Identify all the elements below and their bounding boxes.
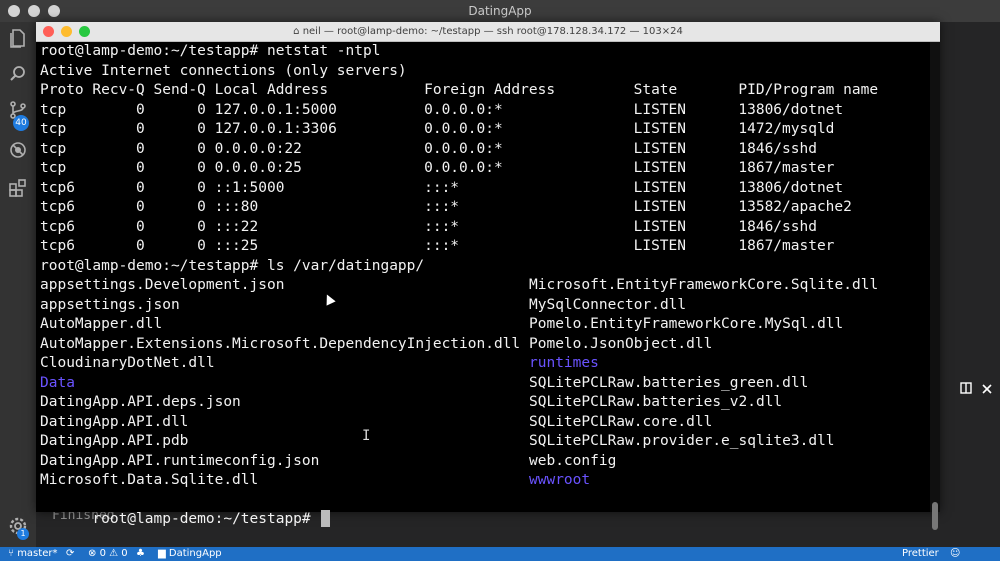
vscode-window-controls: [8, 5, 60, 17]
ls-file-entry: Microsoft.EntityFrameworkCore.Sqlite.dll: [529, 277, 879, 293]
activity-bar: 40 1: [0, 22, 36, 547]
ls-file-entry: CloudinaryDotNet.dll: [40, 355, 215, 371]
ls-file-entry: SQLitePCLRaw.provider.e_sqlite3.dll: [529, 433, 835, 449]
folder-icon: ▆: [158, 548, 166, 559]
ls-directory-entry: wwwroot: [529, 472, 591, 488]
terminal-line: tcp 0 0 127.0.0.1:3306 0.0.0.0:* LISTEN …: [40, 121, 835, 137]
error-icon: ⊗: [88, 548, 97, 559]
mouse-pointer-icon: [322, 292, 336, 306]
ls-file-entry: Microsoft.Data.Sqlite.dll: [40, 472, 259, 488]
debug-icon[interactable]: [6, 140, 30, 164]
panel-toolbar: [940, 378, 1000, 402]
settings-badge: 1: [17, 528, 29, 540]
ls-file-entry: appsettings.Development.json: [40, 277, 285, 293]
terminal-line: Proto Recv-Q Send-Q Local Address Foreig…: [40, 82, 879, 98]
vscode-title-bar: DatingApp: [0, 0, 1000, 22]
ls-file-entry: appsettings.json: [40, 296, 180, 313]
terminal-window-controls: [43, 26, 90, 37]
terminal-prompt-line[interactable]: root@lamp-demo:~/testapp#: [40, 491, 331, 527]
ls-file-entry: DatingApp.API.pdb: [40, 433, 189, 449]
terminal-window[interactable]: ⌂ neil — root@lamp-demo: ~/testapp — ssh…: [36, 22, 940, 530]
terminal-output[interactable]: root@lamp-demo:~/testapp# netstat -ntpl …: [40, 42, 928, 527]
toggle-panel-icon[interactable]: [960, 382, 972, 398]
ls-file-entry: SQLitePCLRaw.core.dll: [529, 413, 713, 430]
ls-file-entry: AutoMapper.Extensions.Microsoft.Dependen…: [40, 335, 521, 352]
terminal-line: tcp6 0 0 :::22 :::* LISTEN 1846/sshd: [40, 218, 817, 235]
zoom-window-button[interactable]: [48, 5, 60, 17]
ls-file-entry: Pomelo.EntityFrameworkCore.MySql.dll: [529, 316, 844, 332]
terminal-line: Active Internet connections (only server…: [40, 62, 407, 79]
prettier-indicator[interactable]: Prettier: [902, 547, 939, 561]
branch-icon: ⑂: [8, 548, 14, 559]
terminal-line: root@lamp-demo:~/testapp# ls /var/dating…: [40, 257, 425, 274]
terminal-line: tcp6 0 0 :::25 :::* LISTEN 1867/master: [40, 238, 835, 254]
feedback-icon[interactable]: ☺: [950, 547, 960, 561]
scm-badge: 40: [13, 115, 29, 131]
ls-file-entry: Pomelo.JsonObject.dll: [529, 335, 713, 352]
ls-directory-entry: runtimes: [529, 355, 599, 371]
problems-indicator[interactable]: ⊗ 0 ⚠ 0: [88, 547, 128, 561]
terminal-close-button[interactable]: [43, 26, 54, 37]
ls-file-entry: SQLitePCLRaw.batteries_green.dll: [529, 374, 809, 391]
terminal-line: tcp6 0 0 :::80 :::* LISTEN 13582/apache2: [40, 199, 852, 215]
explorer-icon[interactable]: [6, 28, 30, 52]
folder-indicator[interactable]: ▆ DatingApp: [158, 547, 222, 561]
terminal-scrollbar[interactable]: [930, 42, 940, 530]
status-bar: ⑂ master* ⟳ ⊗ 0 ⚠ 0 ♣ ▆ DatingApp Pretti…: [0, 547, 1000, 561]
ls-file-entry: DatingApp.API.dll: [40, 413, 189, 430]
terminal-line: tcp 0 0 127.0.0.1:5000 0.0.0.0:* LISTEN …: [40, 101, 844, 118]
home-icon: ⌂: [293, 26, 300, 37]
terminal-line: root@lamp-demo:~/testapp# netstat -ntpl: [40, 43, 381, 59]
minimize-window-button[interactable]: [28, 5, 40, 17]
close-icon[interactable]: [982, 383, 992, 398]
extensions-icon[interactable]: [6, 178, 30, 202]
ls-file-entry: SQLitePCLRaw.batteries_v2.dll: [529, 394, 783, 410]
text-cursor-icon: I: [362, 428, 371, 444]
terminal-line: tcp 0 0 0.0.0.0:22 0.0.0.0:* LISTEN 1846…: [40, 140, 817, 157]
run-icon[interactable]: ♣: [136, 547, 145, 561]
ls-file-entry: DatingApp.API.deps.json: [40, 394, 241, 410]
ls-file-entry: AutoMapper.dll: [40, 316, 163, 332]
warning-icon: ⚠: [109, 548, 119, 559]
terminal-cursor: [321, 510, 331, 527]
ls-directory-entry: Data: [40, 374, 75, 391]
sync-icon[interactable]: ⟳: [66, 547, 74, 561]
terminal-prompt: root@lamp-demo:~/testapp#: [92, 510, 311, 527]
close-window-button[interactable]: [8, 5, 20, 17]
terminal-title-bar: ⌂ neil — root@lamp-demo: ~/testapp — ssh…: [36, 22, 940, 42]
branch-indicator[interactable]: ⑂ master*: [8, 547, 57, 561]
window-title: DatingApp: [468, 4, 532, 18]
terminal-line: tcp 0 0 0.0.0.0:25 0.0.0.0:* LISTEN 1867…: [40, 160, 835, 176]
terminal-scroll-thumb[interactable]: [932, 502, 938, 530]
ls-file-entry: DatingApp.API.runtimeconfig.json: [40, 452, 320, 469]
search-icon[interactable]: [6, 64, 30, 88]
terminal-minimize-button[interactable]: [61, 26, 72, 37]
ls-file-entry: MySqlConnector.dll: [529, 296, 687, 313]
ls-file-entry: web.config: [529, 452, 617, 469]
terminal-line: tcp6 0 0 ::1:5000 :::* LISTEN 13806/dotn…: [40, 179, 844, 196]
terminal-title: neil — root@lamp-demo: ~/testapp — ssh r…: [302, 26, 683, 37]
terminal-zoom-button[interactable]: [79, 26, 90, 37]
